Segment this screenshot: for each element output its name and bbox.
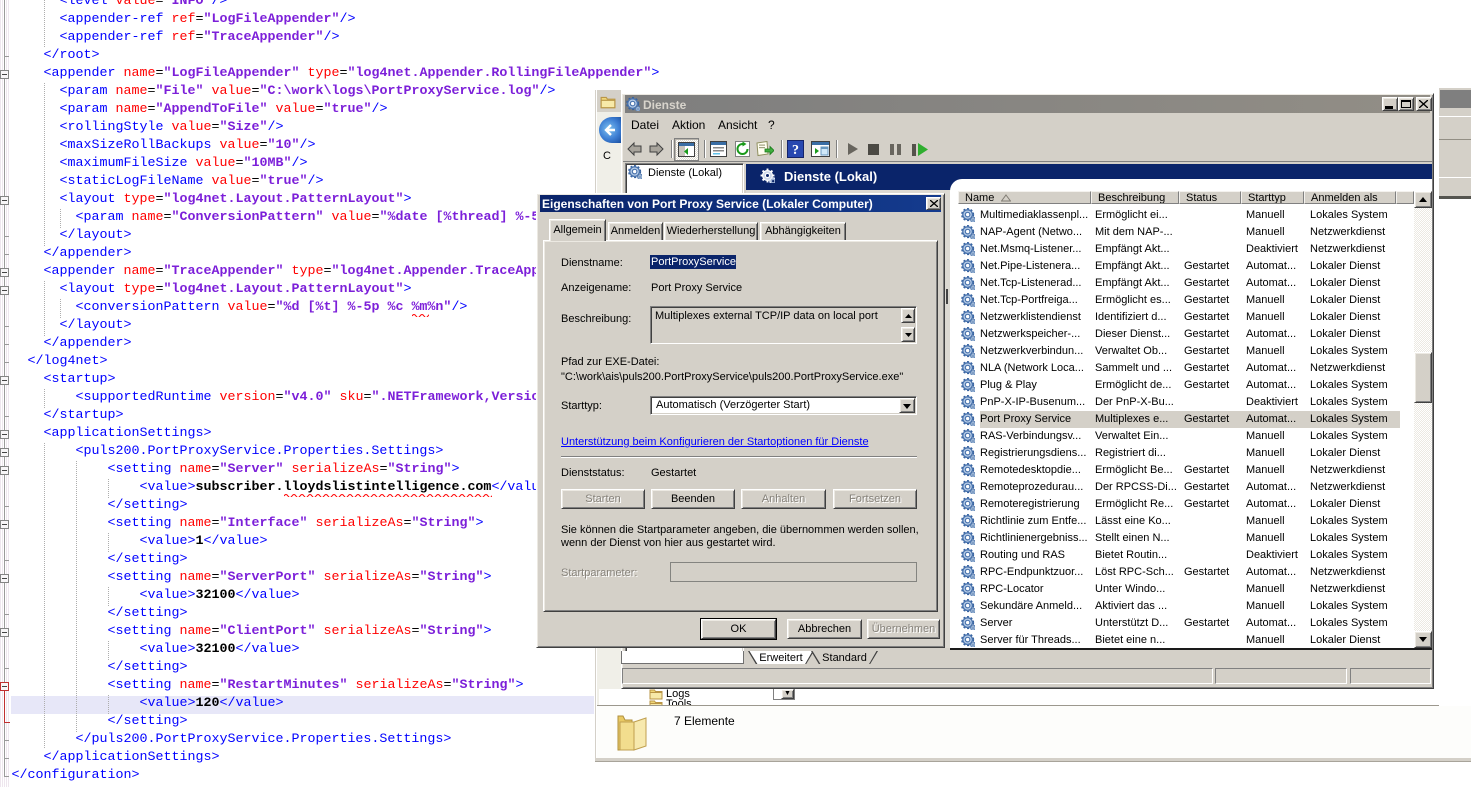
svg-text:?: ? <box>792 143 799 158</box>
